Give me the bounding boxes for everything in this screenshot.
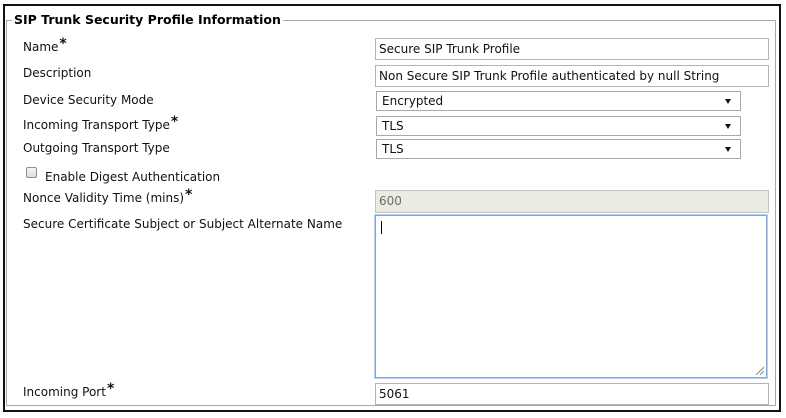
secure-certificate-subject-textarea[interactable]: [375, 215, 767, 378]
text-caret: [381, 221, 382, 234]
incoming-port-label-text: Incoming Port: [23, 385, 106, 399]
incoming-transport-type-label: Incoming Transport Type*: [23, 114, 178, 133]
incoming-port-field[interactable]: 5061: [375, 383, 769, 405]
resize-grip-icon[interactable]: [755, 366, 764, 375]
description-label: Description: [23, 66, 92, 80]
nonce-validity-time-label: Nonce Validity Time (mins)*: [23, 187, 192, 206]
chevron-down-icon: [725, 99, 731, 104]
outgoing-transport-type-select[interactable]: TLS: [376, 139, 741, 159]
nonce-validity-time-field: 600: [375, 190, 769, 213]
chevron-down-icon: [725, 147, 731, 152]
outgoing-transport-type-value: TLS: [382, 142, 404, 156]
device-security-mode-value: Encrypted: [382, 94, 444, 108]
device-security-mode-label: Device Security Mode: [23, 93, 154, 107]
incoming-port-label: Incoming Port*: [23, 381, 114, 400]
description-field[interactable]: Non Secure SIP Trunk Profile authenticat…: [375, 65, 769, 87]
required-asterisk: *: [185, 187, 193, 203]
name-label-text: Name: [23, 40, 59, 54]
nonce-validity-time-label-text: Nonce Validity Time (mins): [23, 191, 185, 205]
incoming-transport-type-select[interactable]: TLS: [376, 116, 741, 136]
chevron-down-icon: [725, 124, 731, 129]
outgoing-transport-type-label: Outgoing Transport Type: [23, 141, 170, 155]
device-security-mode-select[interactable]: Encrypted: [376, 91, 741, 111]
name-field[interactable]: Secure SIP Trunk Profile: [375, 38, 769, 60]
incoming-transport-type-label-text: Incoming Transport Type: [23, 118, 170, 132]
required-asterisk: *: [170, 114, 179, 130]
required-asterisk: *: [106, 381, 115, 397]
enable-digest-authentication-checkbox[interactable]: [26, 167, 37, 178]
required-asterisk: *: [59, 36, 67, 52]
enable-digest-authentication-label: Enable Digest Authentication: [45, 170, 221, 184]
section-title: SIP Trunk Security Profile Information: [12, 12, 283, 28]
name-label: Name*: [23, 36, 67, 55]
incoming-transport-type-value: TLS: [382, 119, 404, 133]
secure-certificate-subject-label: Secure Certificate Subject or Subject Al…: [23, 217, 343, 231]
